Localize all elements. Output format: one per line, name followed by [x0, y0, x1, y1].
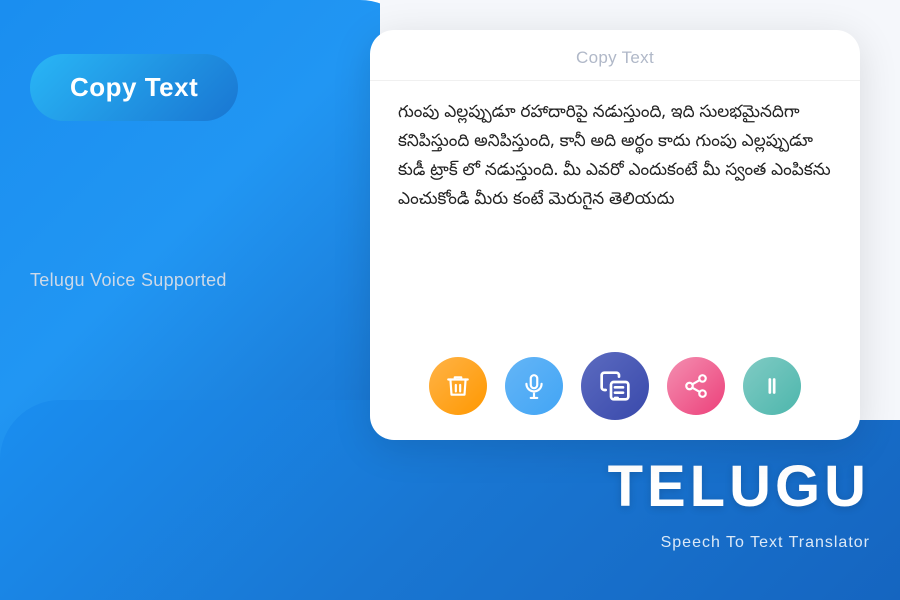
- brand-name: TELUGU: [608, 453, 870, 520]
- copy-button[interactable]: [581, 352, 649, 420]
- card-body: గుంపు ఎల్లప్పుడూ రహాదారిపై నడుస్తుంది, ఇ…: [370, 81, 860, 338]
- pause-icon: [759, 373, 785, 399]
- delete-button[interactable]: [429, 357, 487, 415]
- card-header: Copy Text: [370, 30, 860, 81]
- share-button[interactable]: [667, 357, 725, 415]
- main-card: Copy Text గుంపు ఎల్లప్పుడూ రహాదారిపై నడు…: [370, 30, 860, 440]
- card-actions: [370, 338, 860, 440]
- copy-text-header: Copy Text: [30, 54, 238, 121]
- telugu-voice-label: Telugu Voice Supported: [30, 270, 227, 291]
- card-telugu-text: గుంపు ఎల్లప్పుడూ రహాదారిపై నడుస్తుంది, ఇ…: [398, 101, 832, 217]
- trash-icon: [445, 373, 471, 399]
- share-icon: [683, 373, 709, 399]
- pause-button[interactable]: [743, 357, 801, 415]
- copy-icon: [599, 370, 631, 402]
- mic-icon: [521, 373, 547, 399]
- mic-button[interactable]: [505, 357, 563, 415]
- brand-subtitle: Speech To Text Translator: [661, 534, 870, 552]
- card-title: Copy Text: [576, 48, 654, 67]
